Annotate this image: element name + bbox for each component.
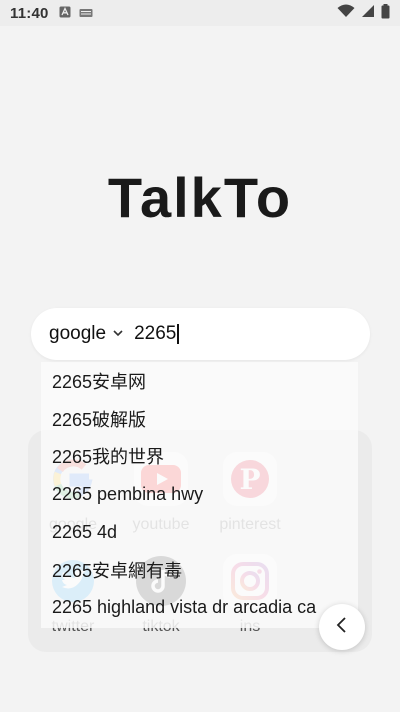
keyboard-icon — [79, 5, 93, 22]
a-icon — [59, 5, 71, 22]
status-bar: 11:40 — [0, 0, 400, 26]
back-button[interactable] — [319, 604, 365, 650]
suggestion-item[interactable]: 2265 pembina hwy — [41, 475, 358, 513]
chevron-down-icon — [112, 323, 124, 345]
search-query-text: 2265 — [134, 323, 177, 344]
suggestion-item[interactable]: 2265 4d — [41, 513, 358, 551]
signal-icon — [361, 4, 375, 22]
suggestion-item[interactable]: 2265安卓網有毒 — [41, 551, 358, 589]
suggestion-list: 2265安卓网 2265破解版 2265我的世界 2265 pembina hw… — [41, 362, 358, 628]
status-time: 11:40 — [10, 4, 49, 22]
suggestion-item[interactable]: 2265我的世界 — [41, 438, 358, 476]
engine-selector[interactable]: google — [49, 323, 124, 345]
suggestion-item[interactable]: 2265 highland vista dr arcadia ca — [41, 589, 358, 627]
search-box[interactable]: google 2265 — [31, 308, 370, 360]
battery-icon — [381, 3, 390, 23]
suggestion-item[interactable]: 2265破解版 — [41, 400, 358, 438]
suggestion-item[interactable]: 2265安卓网 — [41, 362, 358, 400]
engine-label: google — [49, 323, 107, 344]
chevron-left-icon — [335, 616, 349, 639]
app-title: TalkTo — [107, 166, 293, 229]
text-caret — [177, 324, 179, 344]
wifi-icon — [337, 4, 355, 22]
search-input[interactable]: 2265 — [134, 323, 179, 345]
